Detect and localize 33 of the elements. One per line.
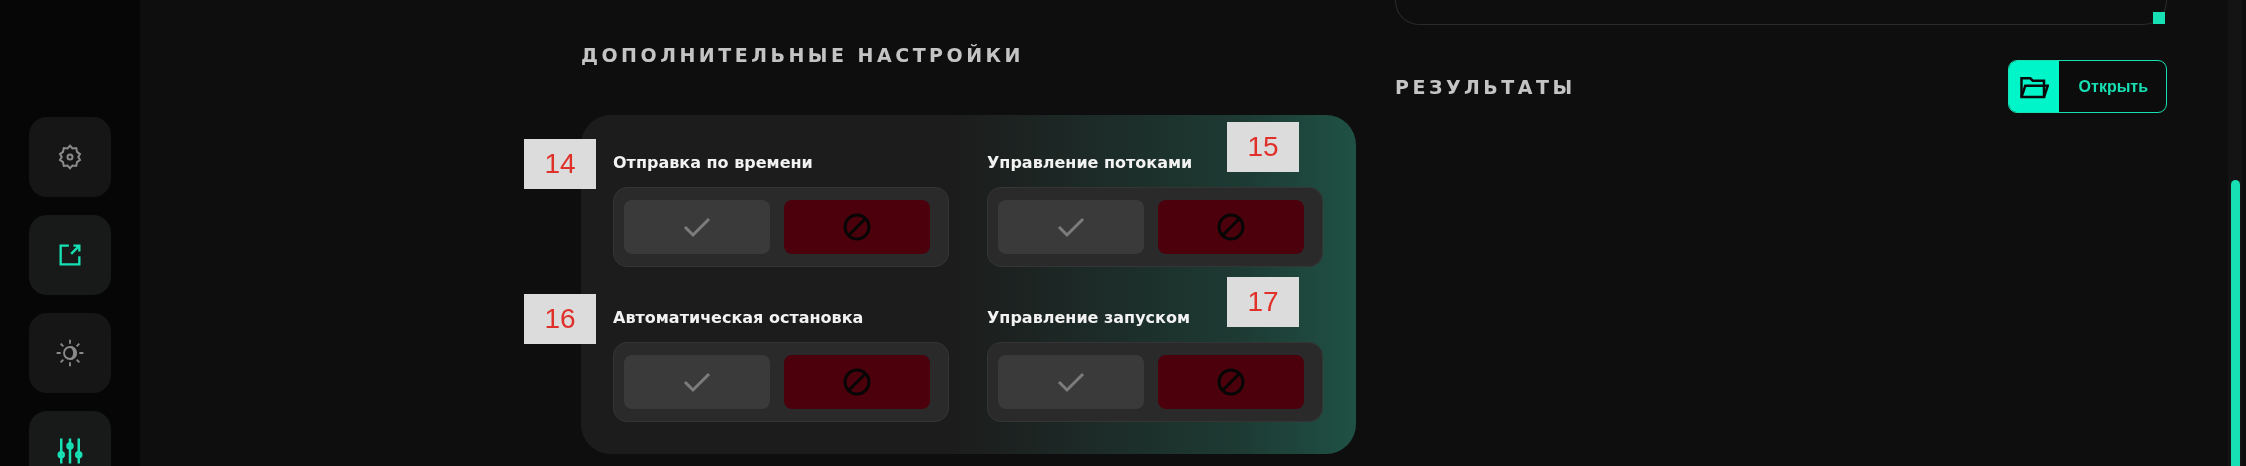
check-icon [682,216,712,238]
callout-number: 17 [1227,277,1299,327]
setting-label: Управление запуском [987,307,1190,327]
open-button[interactable]: Открыть [2007,60,2167,113]
option-button[interactable] [784,200,930,254]
section-title: ДОПОЛНИТЕЛЬНЫЕ НАСТРОЙКИ [581,44,1025,66]
sliders-icon [55,436,85,466]
prohibited-icon [1216,212,1246,242]
option-button[interactable] [784,355,930,409]
check-icon [1056,371,1086,393]
option-button[interactable] [624,200,770,254]
callout-number: 16 [524,294,596,344]
option-button[interactable] [998,200,1144,254]
resize-handle[interactable] [2153,12,2165,24]
sidebar-button[interactable] [29,215,111,295]
option-button[interactable] [1158,355,1304,409]
scrollbar[interactable] [2228,0,2242,466]
prohibited-icon [842,367,872,397]
prohibited-icon [842,212,872,242]
callout-number: 15 [1227,122,1299,172]
prohibited-icon [1216,367,1246,397]
setting-label: Отправка по времени [613,152,813,172]
option-button[interactable] [624,355,770,409]
section-title: РЕЗУЛЬТАТЫ [1395,75,1576,98]
callout-number: 14 [524,139,596,189]
text-area[interactable] [1395,0,2167,25]
check-icon [1056,216,1086,238]
setting-label: Управление потоками [987,152,1193,172]
check-icon [682,371,712,393]
option-button[interactable] [1158,200,1304,254]
option-button[interactable] [998,355,1144,409]
sun-moon-icon [54,337,86,369]
setting-label: Автоматическая остановка [613,307,864,327]
